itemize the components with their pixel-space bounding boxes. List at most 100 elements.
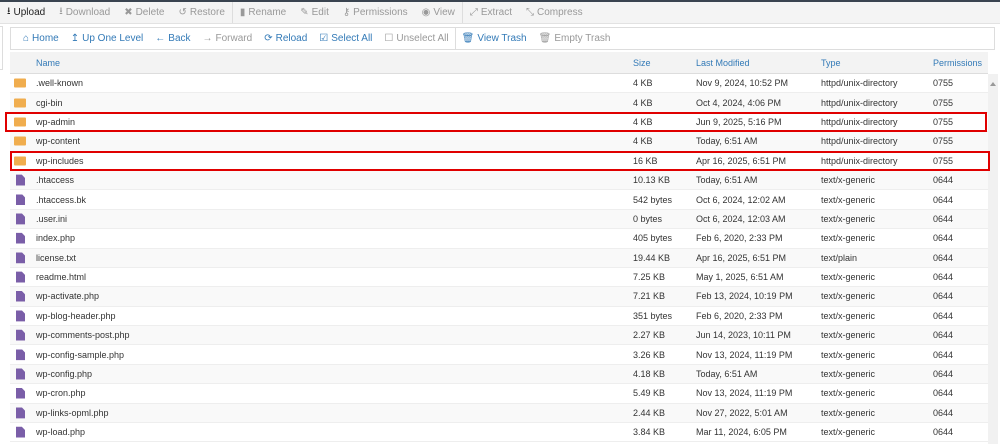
scrollbar[interactable]	[988, 74, 998, 444]
table-row[interactable]: wp-includes 16 KB Apr 16, 2025, 6:51 PM …	[10, 152, 988, 171]
file-size: 16 KB	[633, 155, 658, 166]
reload-button[interactable]: ⟳ Reload	[258, 28, 313, 49]
table-row[interactable]: wp-content 4 KB Today, 6:51 AM httpd/uni…	[10, 132, 988, 152]
file-name[interactable]: wp-admin	[36, 117, 75, 127]
file-modified: Mar 11, 2024, 6:05 PM	[696, 427, 787, 438]
trash-icon: 🗑	[461, 33, 475, 44]
file-permissions: 0644	[933, 388, 954, 399]
permissions-button[interactable]: ⚷ Permissions	[336, 2, 415, 23]
file-name[interactable]: readme.html	[36, 272, 86, 282]
table-row[interactable]: wp-links-opml.php 2.44 KB Nov 27, 2022, …	[10, 403, 988, 424]
table-row[interactable]: license.txt 19.44 KB Apr 16, 2025, 6:51 …	[10, 248, 988, 268]
unselect-all-button[interactable]: ☐ Unselect All	[378, 28, 454, 49]
compress-button[interactable]: ⤡ Compress	[519, 2, 590, 23]
file-icon	[16, 194, 25, 206]
restore-button[interactable]: ↺ Restore	[171, 2, 231, 23]
download-icon: ⭳	[59, 6, 63, 17]
file-permissions: 0644	[933, 427, 954, 438]
up-level-icon: ↥	[70, 33, 80, 44]
forward-button[interactable]: → Forward	[197, 28, 259, 49]
table-row[interactable]: wp-blog-header.php 351 bytes Feb 6, 2020…	[10, 307, 988, 327]
file-name[interactable]: wp-cron.php	[36, 388, 86, 398]
forward-arrow-icon: →	[202, 33, 213, 44]
table-row[interactable]: wp-activate.php 7.21 KB Feb 13, 2024, 10…	[10, 287, 988, 307]
button-label: Reload	[275, 33, 308, 44]
table-row[interactable]: index.php 405 bytes Feb 6, 2020, 2:33 PM…	[10, 229, 988, 249]
file-icon	[16, 426, 25, 438]
file-name[interactable]: index.php	[36, 233, 75, 243]
file-size: 4.18 KB	[633, 369, 666, 380]
table-row[interactable]: .htaccess.bk 542 bytes Oct 6, 2024, 12:0…	[10, 190, 988, 210]
file-modified: Apr 16, 2025, 6:51 PM	[696, 252, 787, 263]
file-name[interactable]: wp-links-opml.php	[36, 408, 109, 418]
file-name[interactable]: wp-includes	[36, 156, 84, 166]
file-type: text/x-generic	[821, 272, 876, 283]
column-header-name[interactable]: Name	[36, 58, 60, 68]
table-row[interactable]: wp-comments-post.php 2.27 KB Jun 14, 202…	[10, 326, 988, 346]
back-button[interactable]: ← Back	[149, 28, 196, 49]
file-name[interactable]: wp-comments-post.php	[36, 330, 130, 340]
file-type: httpd/unix-directory	[821, 155, 898, 166]
table-row[interactable]: readme.html 7.25 KB May 1, 2025, 6:51 AM…	[10, 268, 988, 288]
upload-button[interactable]: ⭳ Upload	[0, 2, 52, 23]
folder-icon	[14, 136, 26, 146]
table-row[interactable]: .well-known 4 KB Nov 9, 2024, 10:52 PM h…	[10, 74, 988, 94]
file-action-toolbar: ⭳ Upload ⭳ Download ✖ Delete ↺ Restore ▮ Rename ✎ E…	[0, 2, 1000, 24]
edit-button[interactable]: ✎ Edit	[293, 2, 336, 23]
scroll-up-arrow-icon[interactable]	[990, 82, 996, 86]
table-row[interactable]: wp-load.php 3.84 KB Mar 11, 2024, 6:05 P…	[10, 423, 988, 443]
empty-trash-button[interactable]: 🗑 Empty Trash	[533, 28, 617, 49]
file-name[interactable]: wp-config.php	[36, 369, 92, 379]
file-name[interactable]: wp-content	[36, 136, 80, 146]
up-one-level-button[interactable]: ↥ Up One Level	[65, 28, 150, 49]
navigation-bar: ⌂ Home ↥ Up One Level ← Back → Forward ⟳ Reload ☑ S…	[10, 27, 995, 50]
table-row[interactable]: wp-cron.php 5.49 KB Nov 13, 2024, 11:19 …	[10, 384, 988, 404]
button-label: Select All	[331, 33, 373, 44]
column-header-type[interactable]: Type	[821, 58, 841, 68]
download-button[interactable]: ⭳ Download	[52, 2, 117, 23]
column-header-last-modified[interactable]: Last Modified	[696, 58, 750, 68]
file-icon	[16, 271, 25, 283]
table-row[interactable]: wp-admin 4 KB Jun 9, 2025, 5:16 PM httpd…	[10, 113, 988, 133]
table-row[interactable]: wp-config-sample.php 3.26 KB Nov 13, 202…	[10, 345, 988, 365]
view-trash-button[interactable]: 🗑 View Trash	[454, 28, 533, 49]
home-button[interactable]: ⌂ Home	[17, 28, 65, 49]
file-type: httpd/unix-directory	[821, 78, 898, 89]
file-permissions: 0644	[933, 194, 954, 205]
folder-icon	[14, 156, 26, 166]
button-label: Download	[65, 7, 111, 18]
file-name[interactable]: .user.ini	[36, 214, 67, 224]
table-row[interactable]: cgi-bin 4 KB Oct 4, 2024, 4:06 PM httpd/…	[10, 93, 988, 113]
file-name[interactable]: wp-config-sample.php	[36, 350, 124, 360]
file-name[interactable]: .well-known	[36, 78, 83, 88]
select-all-button[interactable]: ☑ Select All	[313, 28, 378, 49]
button-label: Empty Trash	[554, 33, 611, 44]
table-row[interactable]: wp-config.php 4.18 KB Today, 6:51 AM tex…	[10, 364, 988, 385]
file-name[interactable]: .htaccess	[36, 175, 74, 185]
file-modified: Today, 6:51 AM	[696, 369, 758, 380]
file-type: text/x-generic	[821, 330, 876, 341]
rename-button[interactable]: ▮ Rename	[231, 2, 293, 23]
button-label: Rename	[248, 7, 287, 18]
file-name[interactable]: license.txt	[36, 253, 76, 263]
file-permissions: 0644	[933, 272, 954, 283]
file-name[interactable]: wp-activate.php	[36, 291, 99, 301]
extract-button[interactable]: ⤢ Extract	[461, 2, 519, 23]
table-row[interactable]: .htaccess 10.13 KB Today, 6:51 AM text/x…	[10, 170, 988, 191]
file-name[interactable]: wp-load.php	[36, 427, 85, 437]
view-button[interactable]: ◉ View	[415, 2, 462, 23]
file-name[interactable]: .htaccess.bk	[36, 195, 86, 205]
table-row[interactable]: .user.ini 0 bytes Oct 6, 2024, 12:03 AM …	[10, 209, 988, 230]
file-icon	[16, 252, 25, 264]
column-header-size[interactable]: Size	[633, 58, 651, 68]
column-header-permissions[interactable]: Permissions	[933, 58, 982, 68]
file-modified: Oct 6, 2024, 12:02 AM	[696, 194, 786, 205]
reload-icon: ⟳	[264, 33, 273, 44]
delete-button[interactable]: ✖ Delete	[117, 2, 171, 23]
file-modified: Today, 6:51 AM	[696, 175, 758, 186]
file-name[interactable]: cgi-bin	[36, 98, 63, 108]
file-icon	[16, 213, 25, 225]
file-size: 2.27 KB	[633, 330, 666, 341]
file-modified: Nov 13, 2024, 11:19 PM	[696, 349, 793, 360]
file-name[interactable]: wp-blog-header.php	[36, 311, 116, 321]
